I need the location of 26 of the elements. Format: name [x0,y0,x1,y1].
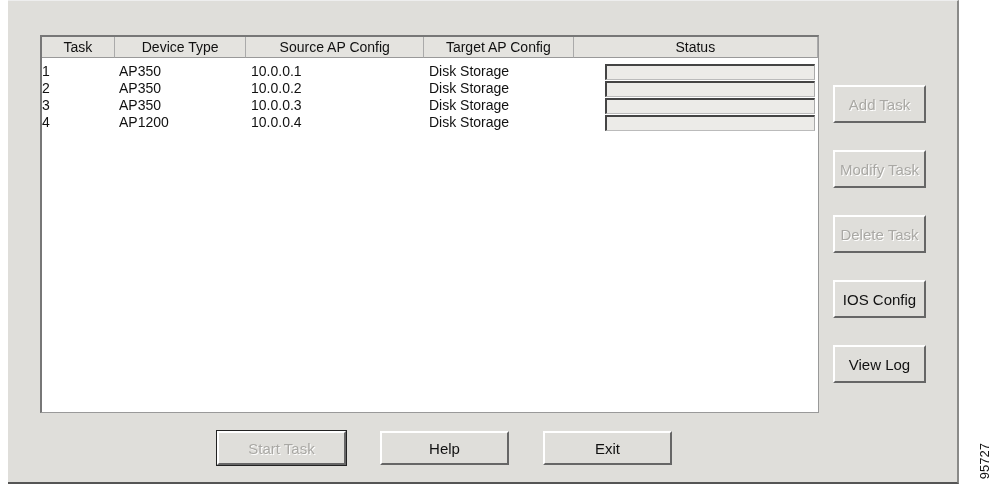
column-header[interactable]: Target AP Config [424,37,574,58]
table-cell-text: AP350 [118,63,163,80]
table-cell-text: AP350 [118,97,163,114]
table-cell-text: AP1200 [118,114,170,131]
table-cell-text: 10.0.0.3 [250,97,303,114]
table-cell-text: 4 [42,114,51,131]
side-button[interactable]: View Log [833,345,926,383]
column-header[interactable]: Device Type [114,37,247,58]
table-cell-text: 10.0.0.1 [250,63,303,80]
figure-number: 95727 [977,442,992,479]
table-cell-text: Disk Storage [428,63,511,80]
table-cell-text: 3 [42,97,51,114]
dialog-button[interactable]: Help [380,431,509,465]
table-cell-text: AP350 [118,80,163,97]
dialog-button[interactable]: Exit [543,431,672,465]
table-cell-text: 2 [42,80,51,97]
column-header[interactable]: Status [573,37,818,58]
side-button[interactable]: IOS Config [833,280,926,318]
table-cell-text: Disk Storage [428,97,511,114]
table-cell-text: Disk Storage [428,80,511,97]
column-header[interactable]: Task [42,37,115,58]
table-cell-text: 10.0.0.4 [250,114,303,131]
table-cell-text: 1 [42,63,51,80]
table-cell-text: Disk Storage [428,114,511,131]
column-header[interactable]: Source AP Config [246,37,424,58]
table-cell-text: 10.0.0.2 [250,80,303,97]
